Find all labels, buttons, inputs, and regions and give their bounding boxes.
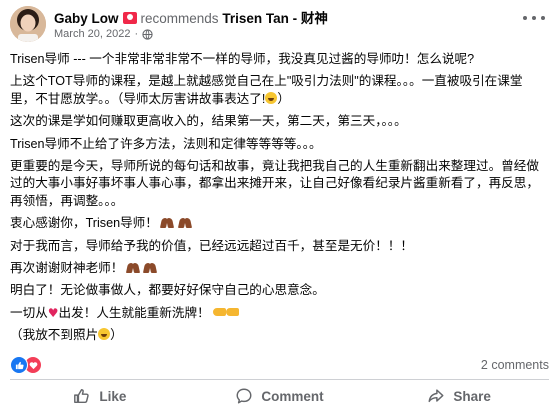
post-paragraph: 更重要的是今天，导师所说的每句话和故事，竟让我把我自己的人生重新翻出来整理过。曾… <box>10 159 539 208</box>
divider <box>10 379 549 380</box>
like-button[interactable]: Like <box>10 381 190 411</box>
post-paragraph: 再次谢谢财神老师！ <box>10 260 540 277</box>
post-paragraph: 上这个TOT导师的课程，是越上就越感觉自己在上"吸引力法则"的课程。。。一直被吸… <box>10 74 523 106</box>
page-name-link[interactable]: Trisen Tan - 财神 <box>222 11 328 26</box>
recommends-text: recommends <box>140 11 219 26</box>
author-name[interactable]: Gaby Low <box>54 11 119 26</box>
like-label: Like <box>99 388 127 404</box>
laughing-face-emoji-icon <box>265 91 278 104</box>
post-body: Trisen导师 --- 一个非常非常非常不一样的导师，我没真见过酱的导师叻！怎… <box>10 51 540 350</box>
speech-bubble-icon <box>236 388 252 404</box>
pointing-hand-icon <box>226 307 240 316</box>
post-paragraph: 这次的课是学如何赚取更高收入的，结果第一天，第二天，第三天，。。。 <box>10 114 407 129</box>
reactions-summary: 2 comments <box>10 356 549 374</box>
comment-label: Comment <box>261 388 324 404</box>
meta-separator: · <box>134 28 139 40</box>
avatar[interactable] <box>10 6 46 42</box>
thumbs-up-icon <box>74 388 90 404</box>
post-paragraph: （我放不到照片） <box>10 328 123 343</box>
sad-face-emoji-icon <box>98 328 111 341</box>
action-bar: Like Comment Share <box>10 381 549 411</box>
share-label: Share <box>453 388 491 404</box>
post-paragraph: 对于我而言，导师给予我的价值，已经远远超过百千，甚至是无价！！！ <box>10 238 413 253</box>
post-paragraph: 衷心感谢你，Trisen导师！ <box>10 215 540 232</box>
reaction-icons[interactable] <box>10 356 42 374</box>
comment-button[interactable]: Comment <box>190 381 370 411</box>
post-paragraph: Trisen导师 --- 一个非常非常非常不一样的导师，我没真见过酱的导师叻！怎… <box>10 52 475 66</box>
praying-hands-icon <box>127 263 141 273</box>
facebook-post: Gaby Low recommends Trisen Tan - 财神 March… <box>0 0 559 412</box>
heart-icon: ♥ <box>47 305 59 320</box>
more-options-icon[interactable] <box>523 10 545 26</box>
praying-hands-icon <box>161 218 175 228</box>
recommend-badge-icon <box>122 12 137 24</box>
author-line: Gaby Low recommends Trisen Tan - 财神 <box>54 7 328 27</box>
post-date[interactable]: March 20, 2022 <box>54 28 130 40</box>
share-arrow-icon <box>428 389 444 403</box>
praying-hands-icon <box>179 218 193 228</box>
share-button[interactable]: Share <box>369 381 549 411</box>
pointing-hand-icon <box>213 307 227 316</box>
post-paragraph: Trisen导师不止给了许多方法，法则和定律等等等等。。。 <box>10 136 322 151</box>
praying-hands-icon <box>144 263 158 273</box>
comments-count[interactable]: 2 comments <box>481 358 549 372</box>
post-paragraph: 一切从♥出发！人生就能重新洗牌！ <box>10 305 540 322</box>
post-meta: March 20, 2022 · <box>54 28 153 40</box>
globe-icon[interactable] <box>142 28 153 40</box>
post-paragraph: 明白了！无论做事做人，都要好好保守自己的心思意念。 <box>10 283 325 298</box>
like-reaction-icon <box>10 356 28 374</box>
